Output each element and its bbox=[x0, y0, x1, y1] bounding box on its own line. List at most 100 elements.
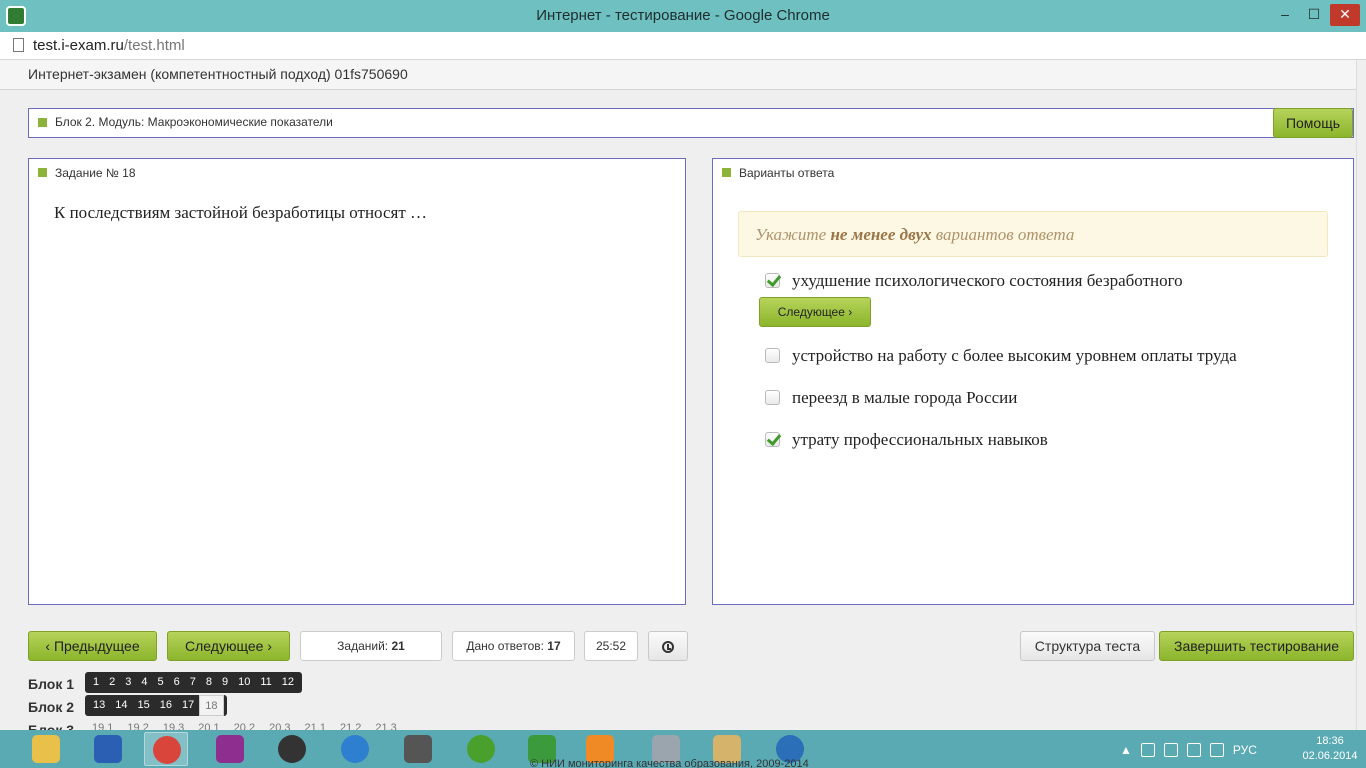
finish-test-button[interactable]: Завершить тестирование bbox=[1159, 631, 1354, 661]
question-text: К последствиям застойной безработицы отн… bbox=[54, 203, 428, 222]
question-number[interactable]: 5 bbox=[153, 672, 169, 693]
taskbar-word-icon[interactable] bbox=[86, 732, 130, 766]
question-number[interactable]: 4 bbox=[136, 672, 152, 693]
checkbox[interactable] bbox=[765, 390, 780, 405]
exam-page: Интернет-экзамен (компетентностный подхо… bbox=[0, 60, 1366, 738]
block-label: Блок 1 bbox=[28, 676, 75, 692]
url-host: test.i-exam.ru bbox=[33, 37, 124, 54]
taskbar: © НИИ мониторинга качества образования, … bbox=[0, 730, 1366, 768]
question-number[interactable]: 6 bbox=[169, 672, 185, 693]
inline-next-button[interactable]: Следующее › bbox=[759, 297, 871, 327]
utorrent-icon bbox=[467, 735, 495, 763]
url-text[interactable]: test.i-exam.ru/test.html bbox=[33, 37, 185, 54]
option-label: переезд в малые города России bbox=[792, 388, 1018, 407]
question-number[interactable]: 8 bbox=[201, 672, 217, 693]
taskbar-video-editor-icon[interactable] bbox=[396, 732, 440, 766]
question-number[interactable]: 2 bbox=[104, 672, 120, 693]
window-titlebar: Интернет - тестирование - Google Chrome … bbox=[0, 0, 1366, 32]
page-scrollbar[interactable] bbox=[1356, 60, 1366, 730]
next-label: Следующее bbox=[185, 638, 264, 654]
question-number[interactable]: 13 bbox=[88, 695, 110, 716]
checkbox[interactable] bbox=[765, 432, 780, 447]
window-title: Интернет - тестирование - Google Chrome bbox=[536, 7, 830, 24]
question-number[interactable]: 12 bbox=[277, 672, 299, 693]
next-button[interactable]: Следующее › bbox=[167, 631, 290, 661]
chrome-icon bbox=[153, 736, 181, 764]
chevron-left-icon: ‹ bbox=[45, 638, 51, 654]
test-structure-button[interactable]: Структура теста bbox=[1020, 631, 1155, 661]
timer: 25:52 bbox=[584, 631, 638, 661]
taskbar-chrome-icon[interactable] bbox=[144, 732, 188, 766]
block-2-numbers: 13 14 15 16 17 18 bbox=[85, 695, 227, 716]
bullet-square-icon bbox=[38, 118, 47, 127]
question-number[interactable]: 3 bbox=[120, 672, 136, 693]
exam-header: Интернет-экзамен (компетентностный подхо… bbox=[0, 60, 1366, 90]
question-number[interactable]: 17 bbox=[177, 695, 199, 716]
app-c-icon bbox=[216, 735, 244, 763]
tasks-value: 21 bbox=[391, 639, 405, 653]
battery-icon[interactable] bbox=[1163, 743, 1178, 757]
system-tray: ▲ РУС bbox=[1120, 740, 1257, 760]
clock-time: 18:36 bbox=[1316, 735, 1344, 747]
task-panel: Задание № 18 К последствиям застойной бе… bbox=[28, 158, 686, 605]
hint-prefix: Укажите bbox=[755, 225, 831, 244]
help-button[interactable]: Помощь bbox=[1273, 108, 1353, 138]
clock-button[interactable] bbox=[648, 631, 688, 661]
answers-label: Дано ответов: bbox=[466, 639, 544, 653]
checkbox[interactable] bbox=[765, 348, 780, 363]
checkbox[interactable] bbox=[765, 273, 780, 288]
answers-panel: Варианты ответа Укажите не менее двух ва… bbox=[712, 158, 1354, 605]
chevron-right-icon: › bbox=[267, 638, 272, 654]
video-editor-icon bbox=[404, 735, 432, 763]
block-1-numbers: 1 2 3 4 5 6 7 8 9 10 11 12 bbox=[85, 672, 303, 693]
question-number[interactable]: 15 bbox=[133, 695, 155, 716]
question-number[interactable]: 14 bbox=[110, 695, 132, 716]
volume-icon[interactable] bbox=[1209, 743, 1224, 757]
option-label: устройство на работу с более высоким уро… bbox=[792, 346, 1237, 365]
question-number[interactable]: 9 bbox=[217, 672, 233, 693]
signal-icon[interactable] bbox=[1186, 743, 1201, 757]
answers-count: Дано ответов: 17 bbox=[452, 631, 575, 661]
taskbar-itunes-icon[interactable] bbox=[333, 732, 377, 766]
tasks-label: Заданий: bbox=[337, 639, 389, 653]
word-icon bbox=[94, 735, 122, 763]
address-bar[interactable]: test.i-exam.ru/test.html bbox=[0, 32, 1366, 60]
media-disc-icon bbox=[278, 735, 306, 763]
answers-value: 17 bbox=[547, 639, 561, 653]
block-title: Блок 2. Модуль: Макроэкономические показ… bbox=[55, 115, 333, 129]
chevron-right-icon: › bbox=[848, 305, 853, 319]
clock-icon bbox=[662, 641, 674, 653]
minimize-button[interactable]: – bbox=[1272, 4, 1298, 26]
answer-hint: Укажите не менее двух вариантов ответа bbox=[738, 211, 1328, 257]
block-bar: Блок 2. Модуль: Макроэкономические показ… bbox=[28, 108, 1354, 138]
inline-next-label: Следующее bbox=[777, 305, 845, 319]
bullet-square-icon bbox=[722, 168, 731, 177]
previous-button[interactable]: ‹ Предыдущее bbox=[28, 631, 157, 661]
taskbar-media-disc-icon[interactable] bbox=[270, 732, 314, 766]
previous-label: Предыдущее bbox=[53, 638, 140, 654]
tray-expand-icon[interactable]: ▲ bbox=[1120, 743, 1132, 757]
taskbar-explorer-icon[interactable] bbox=[24, 732, 68, 766]
close-button[interactable]: ✕ bbox=[1330, 4, 1360, 26]
question-number[interactable]: 16 bbox=[155, 695, 177, 716]
footer-copyright: © НИИ мониторинга качества образования, … bbox=[530, 758, 809, 768]
hint-emphasis: не менее двух bbox=[830, 225, 932, 244]
question-number[interactable]: 11 bbox=[255, 672, 276, 693]
tasks-count: Заданий: 21 bbox=[300, 631, 442, 661]
task-number: Задание № 18 bbox=[55, 166, 136, 180]
clock-date: 02.06.2014 bbox=[1302, 750, 1358, 762]
network-icon[interactable] bbox=[1140, 743, 1155, 757]
page-icon bbox=[13, 38, 24, 52]
question-number[interactable]: 1 bbox=[88, 672, 104, 693]
url-path: /test.html bbox=[123, 37, 185, 54]
question-number[interactable]: 7 bbox=[185, 672, 201, 693]
taskbar-app-c-icon[interactable] bbox=[208, 732, 252, 766]
maximize-button[interactable]: ☐ bbox=[1301, 4, 1327, 26]
taskbar-utorrent-icon[interactable] bbox=[459, 732, 503, 766]
current-question-number[interactable]: 18 bbox=[199, 695, 224, 716]
language-indicator[interactable]: РУС bbox=[1233, 743, 1257, 757]
block-label: Блок 2 bbox=[28, 699, 75, 715]
question-number[interactable]: 10 bbox=[233, 672, 255, 693]
itunes-icon bbox=[341, 735, 369, 763]
taskbar-clock[interactable]: 18:36 02.06.2014 bbox=[1300, 734, 1360, 764]
